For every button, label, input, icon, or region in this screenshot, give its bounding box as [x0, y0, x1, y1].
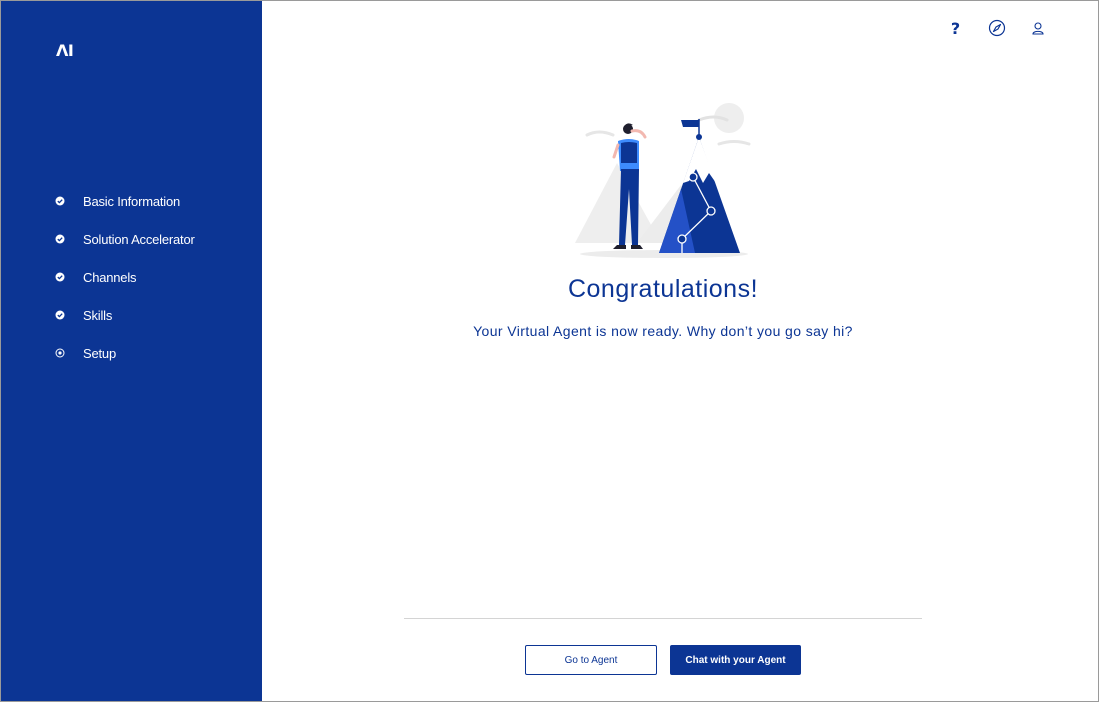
app-logo: ΛI: [56, 41, 74, 60]
radio-current-icon: [55, 348, 65, 358]
app-window: ΛI Basic Information Solution Accelerato…: [0, 0, 1099, 702]
check-circle-icon: [55, 310, 65, 320]
step-label: Solution Accelerator: [83, 231, 195, 247]
sidebar: ΛI Basic Information Solution Accelerato…: [1, 1, 262, 701]
help-icon[interactable]: ?: [935, 17, 976, 39]
check-circle-icon: [55, 196, 65, 206]
compass-icon[interactable]: [976, 17, 1017, 39]
chat-with-agent-button[interactable]: Chat with your Agent: [670, 645, 801, 675]
wizard-steps: Basic Information Solution Accelerator C…: [55, 191, 195, 381]
page-title: Congratulations!: [567, 275, 759, 303]
header-toolbar: ?: [935, 17, 1058, 39]
step-label: Setup: [83, 345, 116, 361]
user-icon[interactable]: [1017, 17, 1058, 39]
step-setup[interactable]: Setup: [55, 343, 195, 363]
page-subtitle: Your Virtual Agent is now ready. Why don…: [473, 323, 853, 339]
step-label: Skills: [83, 307, 113, 323]
step-solution-accelerator[interactable]: Solution Accelerator: [55, 229, 195, 249]
check-circle-icon: [55, 272, 65, 282]
check-circle-icon: [55, 234, 65, 244]
go-to-agent-button[interactable]: Go to Agent: [525, 645, 657, 675]
mountain-summit-illustration: [569, 97, 759, 263]
step-label: Basic Information: [83, 193, 181, 209]
step-basic-information[interactable]: Basic Information: [55, 191, 195, 211]
step-label: Channels: [83, 269, 137, 285]
step-skills[interactable]: Skills: [55, 305, 195, 325]
step-channels[interactable]: Channels: [55, 267, 195, 287]
footer-divider: [404, 618, 922, 619]
